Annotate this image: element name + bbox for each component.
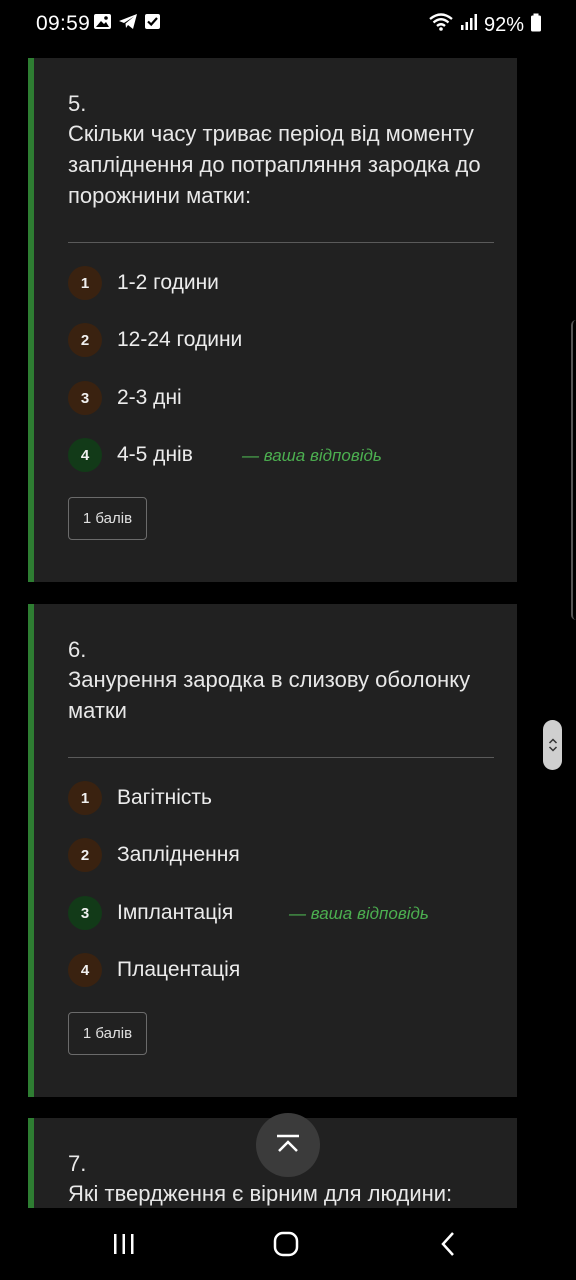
chevron-up-icon (548, 738, 557, 744)
option-number-badge: 4 (68, 438, 102, 472)
image-icon (93, 13, 112, 35)
option-label: 2-3 дні (117, 386, 182, 409)
option-number-badge: 2 (68, 323, 102, 357)
question-card-5: 5. Скільки часу триває період від момент… (28, 58, 517, 582)
option-label: Імплантація (117, 901, 234, 924)
signal-icon (460, 13, 478, 37)
fast-scroll-handle[interactable] (543, 720, 562, 770)
back-icon (441, 1232, 454, 1256)
screen: 09:59 92% 5. Скільки часу триває період … (0, 0, 576, 1280)
option-number-badge: 1 (68, 781, 102, 815)
option-item: 2 12-24 години (68, 323, 242, 357)
option-item: 3 2-3 дні (68, 381, 182, 415)
question-number: 7. (68, 1151, 87, 1176)
option-item-selected: 3 Імплантація (68, 896, 233, 930)
option-number-badge: 1 (68, 266, 102, 300)
question-number: 5. (68, 91, 87, 116)
divider (68, 757, 494, 758)
option-label: 1-2 години (117, 271, 219, 294)
option-number-badge: 3 (68, 896, 102, 930)
option-label: Плацентація (117, 958, 241, 981)
scroll-to-top-button[interactable] (256, 1113, 320, 1177)
navigation-bar (0, 1208, 576, 1280)
option-number-badge: 3 (68, 381, 102, 415)
option-item: 4 Плацентація (68, 953, 240, 987)
recents-icon (114, 1234, 134, 1254)
option-item: 1 1-2 години (68, 266, 219, 300)
option-label: 12-24 години (117, 328, 243, 351)
option-item: 2 Запліднення (68, 838, 240, 872)
divider (68, 242, 494, 243)
status-icons-right: 92% (428, 12, 542, 38)
option-label: Вагітність (117, 786, 212, 809)
points-badge: 1 балів (68, 1012, 147, 1055)
telegram-icon (118, 13, 138, 35)
points-badge: 1 балів (68, 497, 147, 540)
quiz-results-list[interactable]: 5. Скільки часу триває період від момент… (0, 46, 576, 1208)
battery-percent: 92% (483, 13, 524, 36)
question-text: Скільки часу триває період від моменту з… (68, 121, 481, 208)
chevron-down-icon (548, 746, 557, 752)
status-bar: 09:59 92% (0, 0, 576, 46)
option-number-badge: 4 (68, 953, 102, 987)
your-answer-label: — ваша відповідь (242, 446, 382, 465)
status-time: 09:59 (36, 12, 91, 35)
checkbox-icon (144, 13, 161, 35)
status-icons-left (93, 13, 161, 35)
option-label: 4-5 днів (117, 443, 193, 466)
home-button[interactable] (270, 1228, 302, 1260)
home-icon (273, 1231, 299, 1257)
battery-icon (530, 13, 542, 38)
option-number-badge: 2 (68, 838, 102, 872)
question-text: Занурення зародка в слизову оболонку мат… (68, 667, 471, 723)
option-item: 1 Вагітність (68, 781, 212, 815)
question-card-6: 6. Занурення зародка в слизову оболонку … (28, 604, 517, 1097)
question-number: 6. (68, 637, 87, 662)
option-item-selected: 4 4-5 днів (68, 438, 193, 472)
your-answer-label: — ваша відповідь (289, 904, 429, 923)
option-label: Запліднення (117, 843, 240, 866)
chevron-up-bar-icon (277, 1134, 299, 1152)
wifi-icon (428, 12, 454, 38)
back-button[interactable] (434, 1228, 462, 1260)
question-text: Які твердження є вірним для людини: (68, 1181, 453, 1206)
edge-panel-handle[interactable] (571, 320, 576, 620)
recents-button[interactable] (108, 1228, 140, 1260)
